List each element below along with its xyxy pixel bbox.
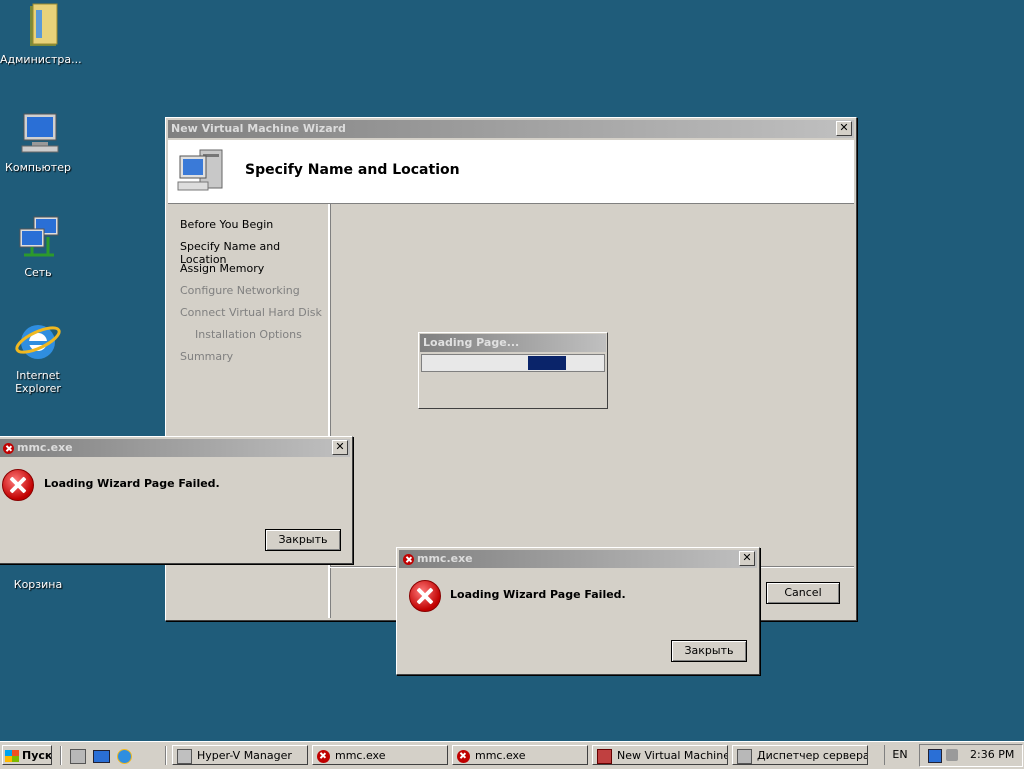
error-dialog-1-titlebar[interactable]: mmc.exe ✕ (0, 439, 350, 457)
error-icon (409, 580, 441, 612)
wizard-title: New Virtual Machine Wizard (171, 122, 346, 135)
language-indicator[interactable]: EN (884, 745, 915, 765)
loading-progress-bar (421, 354, 605, 372)
desktop-icon-label: Компьютер (5, 161, 71, 174)
show-desktop-icon[interactable] (93, 750, 110, 763)
desktop-icon-label: Администра... (0, 53, 82, 66)
quick-launch-divider (60, 746, 62, 765)
error-dialog-1-close-button-bottom[interactable]: Закрыть (265, 529, 341, 551)
internet-explorer-quicklaunch-icon[interactable] (117, 749, 132, 764)
computer-wizard-icon (176, 146, 228, 196)
taskbar-button-mmc-1[interactable]: mmc.exe (312, 745, 448, 765)
folder-icon (14, 2, 62, 50)
taskbar-button-hyperv-manager[interactable]: Hyper-V Manager (172, 745, 308, 765)
taskbar-button-label: Диспетчер сервера (757, 749, 868, 762)
taskbar-button-label: Hyper-V Manager (197, 749, 292, 762)
error-dialog-2-message: Loading Wizard Page Failed. (450, 588, 626, 601)
error-dialog-1: mmc.exe ✕ Loading Wizard Page Failed. За… (0, 436, 353, 564)
wizard-close-button[interactable]: ✕ (836, 121, 852, 136)
loading-progress-chunk (528, 356, 566, 370)
loading-page-title: Loading Page... (420, 334, 606, 352)
error-icon (457, 749, 470, 763)
desktop-icon-computer[interactable]: Компьютер (0, 110, 76, 174)
error-small-icon (3, 442, 14, 454)
desktop-icon-recycle-bin[interactable]: Корзина (0, 578, 76, 591)
error-dialog-1-close-button[interactable]: ✕ (332, 440, 348, 455)
error-dialog-2-close-button-bottom[interactable]: Закрыть (671, 640, 747, 662)
step-configure-networking: Configure Networking (180, 284, 300, 297)
server-manager-icon (737, 748, 752, 764)
desktop-icon-label: Корзина (13, 578, 63, 591)
taskbar: Пуск Hyper-V Manager mmc.exe mmc.exe New… (0, 741, 1024, 769)
windows-logo-icon (5, 750, 19, 762)
error-dialog-1-title: mmc.exe (17, 441, 73, 454)
step-installation-options: Installation Options (195, 328, 302, 341)
error-small-icon (403, 553, 414, 565)
wizard-header: Specify Name and Location (168, 140, 854, 204)
internet-explorer-icon (14, 318, 62, 366)
taskbar-button-label: New Virtual Machine... (617, 749, 727, 762)
system-tray: 2:36 PM (919, 744, 1023, 767)
desktop-icon-administrator[interactable]: Администра... (0, 2, 82, 66)
server-manager-quicklaunch-icon[interactable] (70, 749, 86, 764)
step-assign-memory[interactable]: Assign Memory (180, 262, 264, 275)
wizard-icon (597, 748, 612, 764)
taskbar-divider (165, 746, 167, 765)
network-icon (14, 215, 62, 263)
error-dialog-2: mmc.exe ✕ Loading Wizard Page Failed. За… (396, 547, 760, 675)
taskbar-button-mmc-2[interactable]: mmc.exe (452, 745, 588, 765)
hyperv-icon (177, 748, 192, 764)
desktop-icon-label: Internet Explorer (15, 369, 61, 395)
start-button[interactable]: Пуск (2, 745, 52, 765)
computer-icon (14, 110, 62, 158)
error-dialog-2-title: mmc.exe (417, 552, 473, 565)
start-label: Пуск (22, 749, 52, 762)
loading-page-dialog: Loading Page... (418, 332, 608, 409)
error-dialog-2-titlebar[interactable]: mmc.exe ✕ (399, 550, 757, 568)
error-icon (317, 749, 330, 763)
taskbar-button-label: mmc.exe (335, 749, 386, 762)
taskbar-button-label: mmc.exe (475, 749, 526, 762)
step-connect-virtual-hard-disk: Connect Virtual Hard Disk (180, 306, 322, 319)
desktop-icon-internet-explorer[interactable]: Internet Explorer (0, 318, 76, 395)
error-dialog-2-close-button[interactable]: ✕ (739, 551, 755, 566)
step-before-you-begin[interactable]: Before You Begin (180, 218, 273, 231)
desktop-icon-label: Сеть (24, 266, 52, 279)
cancel-button[interactable]: Cancel (766, 582, 840, 604)
clock[interactable]: 2:36 PM (970, 745, 1014, 765)
desktop-icon-network[interactable]: Сеть (0, 215, 76, 279)
taskbar-button-new-virtual-machine[interactable]: New Virtual Machine... (592, 745, 728, 765)
wizard-titlebar[interactable]: New Virtual Machine Wizard ✕ (168, 120, 854, 138)
error-icon (2, 469, 34, 501)
volume-muted-icon[interactable] (946, 749, 958, 761)
error-dialog-1-message: Loading Wizard Page Failed. (44, 477, 220, 490)
taskbar-button-server-manager[interactable]: Диспетчер сервера (732, 745, 868, 765)
wizard-page-heading: Specify Name and Location (245, 162, 460, 178)
step-summary: Summary (180, 350, 234, 363)
network-tray-icon[interactable] (928, 749, 942, 763)
